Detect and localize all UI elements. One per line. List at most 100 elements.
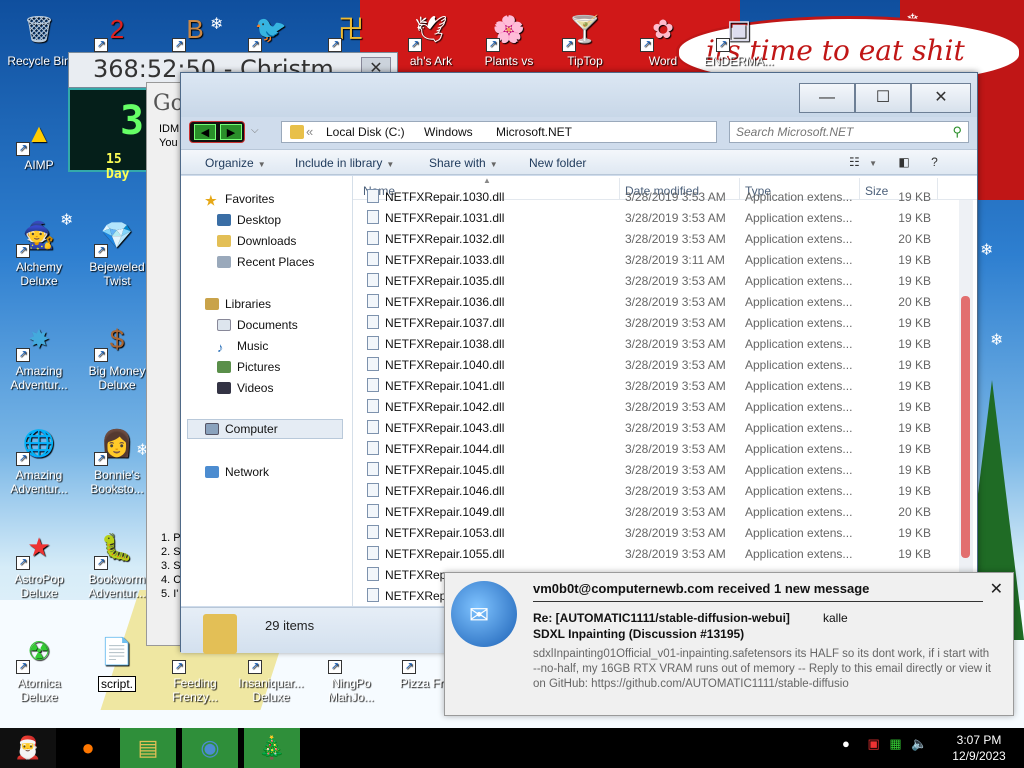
file-row[interactable]: NETFXRepair.1046.dll 3/28/2019 3:53 AM App… bbox=[353, 480, 957, 501]
tray-dot-icon[interactable]: ● bbox=[842, 736, 850, 751]
address-bar[interactable]: « Local Disk (C:) Windows Microsoft.NET … bbox=[281, 121, 811, 143]
desktop-shortcut[interactable]: 🕊 ↗ ah's Ark bbox=[396, 6, 466, 68]
countdown-taskbar-button[interactable]: 🎄 bbox=[244, 728, 300, 768]
back-arrow-icon[interactable]: ◀ bbox=[194, 124, 216, 140]
desktop-shortcut[interactable]: ★ ↗ AstroPop Deluxe bbox=[4, 524, 74, 600]
forward-arrow-icon[interactable]: ▶ bbox=[220, 124, 242, 140]
file-name: NETFXRepair.1038.dll bbox=[385, 337, 505, 351]
nav-libraries[interactable]: Libraries bbox=[205, 297, 271, 311]
dll-file-icon bbox=[367, 357, 379, 371]
nav-favorites[interactable]: ★ Favorites bbox=[205, 192, 274, 208]
desktop-shortcut[interactable]: 💎 ↗ Bejeweled Twist bbox=[82, 212, 152, 288]
maximize-button[interactable]: ☐ bbox=[855, 83, 911, 113]
recent-pages-chevron-icon[interactable]: ⌵ bbox=[251, 125, 259, 136]
desktop-shortcut[interactable]: 🍸 ↗ TipTop bbox=[550, 6, 620, 68]
file-row[interactable]: NETFXRepair.1041.dll 3/28/2019 3:53 AM App… bbox=[353, 375, 957, 396]
preview-pane-icon[interactable]: ◧ bbox=[898, 155, 909, 169]
file-row[interactable]: NETFXRepair.1030.dll 3/28/2019 3:53 AM App… bbox=[353, 186, 957, 207]
network-status-icon[interactable]: ▣ bbox=[867, 736, 879, 751]
breadcrumb-microsoft-net[interactable]: Microsoft.NET bbox=[496, 125, 572, 139]
file-row[interactable]: NETFXRepair.1036.dll 3/28/2019 3:53 AM App… bbox=[353, 291, 957, 312]
desktop-shortcut[interactable]: 🧙 ↗ Alchemy Deluxe bbox=[4, 212, 74, 288]
explorer-window[interactable]: — ☐ ✕ ◀ ▶ ⌵ « Local Disk (C:) Windows Mi… bbox=[180, 72, 978, 654]
file-size: 19 KB bbox=[898, 358, 931, 372]
explorer-titlebar[interactable]: — ☐ ✕ bbox=[181, 73, 977, 117]
file-list-pane[interactable]: Name ▲ Date modified Type Size NETFXRepa… bbox=[353, 176, 977, 606]
share-with-button[interactable]: Share with ▼ bbox=[429, 156, 498, 170]
breadcrumb-local-disk[interactable]: Local Disk (C:) bbox=[326, 125, 405, 139]
chrome-taskbar-button[interactable]: ◉ bbox=[182, 728, 238, 768]
file-row[interactable]: NETFXRepair.1040.dll 3/28/2019 3:53 AM App… bbox=[353, 354, 957, 375]
close-button[interactable]: ✕ bbox=[911, 83, 971, 113]
nav-recent-places[interactable]: Recent Places bbox=[217, 255, 314, 269]
file-row[interactable]: NETFXRepair.1045.dll 3/28/2019 3:53 AM App… bbox=[353, 459, 957, 480]
volume-icon[interactable]: 🔈 bbox=[911, 736, 927, 751]
desktop-shortcut[interactable]: B ↗ bbox=[160, 6, 230, 54]
minimize-button[interactable]: — bbox=[799, 83, 855, 113]
desktop-shortcut[interactable]: 🌸 ↗ Plants vs bbox=[474, 6, 544, 68]
file-row[interactable]: NETFXRepair.1049.dll 3/28/2019 3:53 AM App… bbox=[353, 501, 957, 522]
desktop-shortcut[interactable]: 🗑 Recycle Bin bbox=[4, 6, 74, 68]
search-icon[interactable]: ⚲ bbox=[952, 124, 962, 140]
navigation-pane[interactable]: ★ Favorites Desktop Downloads Recent Plac… bbox=[181, 176, 353, 606]
start-button[interactable]: 🎅 bbox=[0, 728, 56, 768]
nav-music[interactable]: ♪ Music bbox=[217, 339, 268, 355]
desktop-shortcut[interactable]: 🐛 ↗ Bookworm Adventur... bbox=[82, 524, 152, 600]
desktop-shortcut[interactable]: ▲ ↗ AIMP bbox=[4, 110, 74, 172]
desktop-shortcut[interactable]: 🌐 ↗ Amazing Adventur... bbox=[4, 420, 74, 496]
desktop-shortcut[interactable]: ✿ ↗ Word bbox=[628, 6, 698, 68]
shortcut-arrow-icon: ↗ bbox=[402, 660, 416, 674]
firefox-taskbar-button[interactable]: ● bbox=[60, 728, 116, 768]
action-center-icon[interactable]: ▦ bbox=[889, 736, 901, 751]
taskbar-clock[interactable]: 3:07 PM 12/9/2023 bbox=[944, 732, 1014, 764]
file-row[interactable]: NETFXRepair.1035.dll 3/28/2019 3:53 AM App… bbox=[353, 270, 957, 291]
vertical-scrollbar[interactable] bbox=[959, 200, 973, 604]
view-options-icon[interactable]: ☷ bbox=[849, 155, 860, 169]
file-row[interactable]: NETFXRepair.1032.dll 3/28/2019 3:53 AM App… bbox=[353, 228, 957, 249]
search-box[interactable]: ⚲ bbox=[729, 121, 969, 143]
file-row[interactable]: NETFXRepair.1033.dll 3/28/2019 3:11 AM App… bbox=[353, 249, 957, 270]
file-row[interactable]: NETFXRepair.1042.dll 3/28/2019 3:53 AM App… bbox=[353, 396, 957, 417]
file-row[interactable]: NETFXRepair.1031.dll 3/28/2019 3:53 AM App… bbox=[353, 207, 957, 228]
notification-close-button[interactable]: ✕ bbox=[990, 579, 1003, 599]
nav-documents[interactable]: Documents bbox=[217, 318, 298, 332]
file-row[interactable]: NETFXRepair.1038.dll 3/28/2019 3:53 AM App… bbox=[353, 333, 957, 354]
desktop-shortcut[interactable]: 卍 ↗ bbox=[316, 6, 386, 54]
file-row[interactable]: NETFXRepair.1055.dll 3/28/2019 3:53 AM App… bbox=[353, 543, 957, 564]
desktop-shortcut[interactable]: ☢ ↗ Atomica Deluxe bbox=[4, 628, 74, 704]
search-input[interactable] bbox=[736, 125, 936, 139]
file-date: 3/28/2019 3:53 AM bbox=[625, 379, 726, 393]
desktop-shortcut[interactable]: 👩 ↗ Bonnie's Booksto... bbox=[82, 420, 152, 496]
shortcut-arrow-icon: ↗ bbox=[640, 38, 654, 52]
desktop-shortcut[interactable]: 2 ↗ bbox=[82, 6, 152, 54]
nav-pictures[interactable]: Pictures bbox=[217, 360, 280, 374]
dll-file-icon bbox=[367, 546, 379, 560]
desktop-shortcut[interactable]: ▣ ↗ ENDERMA... bbox=[704, 6, 774, 68]
desktop-shortcut[interactable]: 📄 script. bbox=[82, 628, 152, 692]
organize-button[interactable]: Organize ▼ bbox=[205, 156, 266, 170]
file-row[interactable]: NETFXRepair.1043.dll 3/28/2019 3:53 AM App… bbox=[353, 417, 957, 438]
new-folder-button[interactable]: New folder bbox=[529, 156, 586, 170]
file-name: NETFXRepair.1030.dll bbox=[385, 190, 505, 204]
file-row[interactable]: NETFXRepair.1053.dll 3/28/2019 3:53 AM App… bbox=[353, 522, 957, 543]
scrollbar-thumb[interactable] bbox=[961, 296, 970, 558]
nav-network[interactable]: Network bbox=[205, 465, 269, 479]
file-row[interactable]: NETFXRepair.1037.dll 3/28/2019 3:53 AM App… bbox=[353, 312, 957, 333]
help-button[interactable]: ? bbox=[931, 155, 938, 169]
file-row[interactable]: NETFXRepair.1044.dll 3/28/2019 3:53 AM App… bbox=[353, 438, 957, 459]
nav-desktop[interactable]: Desktop bbox=[217, 213, 281, 227]
desktop-shortcut[interactable]: 🐦 ↗ bbox=[236, 6, 306, 54]
explorer-taskbar-button[interactable]: ▤ bbox=[120, 728, 176, 768]
view-dropdown-icon[interactable]: ▼ bbox=[869, 159, 877, 168]
nav-downloads[interactable]: Downloads bbox=[217, 234, 296, 248]
dll-file-icon bbox=[367, 567, 379, 581]
include-in-library-button[interactable]: Include in library ▼ bbox=[295, 156, 394, 170]
breadcrumb-windows[interactable]: Windows bbox=[424, 125, 473, 139]
desktop[interactable]: ❄ ❄ ❄ ❄ ❄ ❄ its time to eat shit 🗑Recycl… bbox=[0, 0, 1024, 728]
desktop-shortcut[interactable]: ✸ ↗ Amazing Adventur... bbox=[4, 316, 74, 392]
shortcut-label: Feeding Frenzy... bbox=[172, 676, 218, 704]
desktop-shortcut[interactable]: $ ↗ Big Money Deluxe bbox=[82, 316, 152, 392]
email-notification[interactable]: ✉ ✕ vm0b0t@computernewb.com received 1 n… bbox=[444, 572, 1014, 716]
nav-videos[interactable]: Videos bbox=[217, 381, 273, 395]
nav-computer[interactable]: Computer bbox=[205, 422, 278, 436]
